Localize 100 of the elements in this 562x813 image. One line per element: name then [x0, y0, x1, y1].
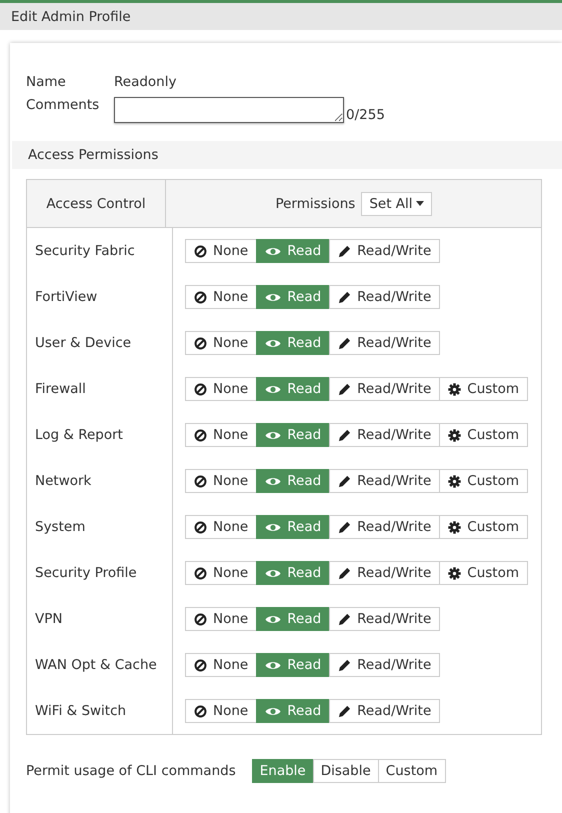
permission-option[interactable]: Custom [439, 515, 528, 539]
pencil-icon [338, 658, 352, 672]
cli-option[interactable]: Custom [378, 759, 446, 783]
permission-option[interactable]: None [185, 239, 258, 263]
permission-option[interactable]: None [185, 377, 258, 401]
permission-option[interactable]: Read/Write [329, 423, 440, 447]
prohibited-icon [194, 520, 207, 534]
access-control-label: WAN Opt & Cache [35, 657, 157, 673]
prohibited-icon [194, 244, 207, 258]
prohibited-icon [194, 658, 207, 672]
permission-option[interactable]: Read/Write [329, 377, 440, 401]
permission-option[interactable]: Read/Write [329, 607, 440, 631]
prohibited-icon [194, 428, 207, 442]
name-value: Readonly [114, 74, 176, 90]
comments-label: Comments [26, 97, 100, 113]
section-title: Access Permissions [28, 147, 158, 163]
gear-icon [448, 382, 462, 396]
prohibited-icon [194, 612, 207, 626]
eye-icon [265, 476, 282, 486]
gear-icon [448, 474, 462, 488]
prohibited-icon [194, 290, 207, 304]
permission-option[interactable]: None [185, 423, 258, 447]
access-control-label: Network [35, 473, 92, 489]
prohibited-icon [194, 566, 207, 580]
permission-option[interactable]: None [185, 561, 258, 585]
permission-option[interactable]: Custom [439, 423, 528, 447]
permission-option[interactable]: Read [256, 285, 330, 309]
access-control-label: Security Profile [35, 565, 137, 581]
permission-option[interactable]: Read/Write [329, 653, 440, 677]
permission-option[interactable]: Read/Write [329, 469, 440, 493]
eye-icon [265, 338, 282, 348]
permission-option[interactable]: Read [256, 377, 330, 401]
pencil-icon [338, 612, 352, 626]
permission-option[interactable]: Read/Write [329, 239, 440, 263]
gear-icon [448, 566, 462, 580]
permission-option[interactable]: None [185, 515, 258, 539]
permission-option[interactable]: None [185, 469, 258, 493]
name-label: Name [26, 74, 67, 90]
eye-icon [265, 430, 282, 440]
permission-option[interactable]: None [185, 607, 258, 631]
prohibited-icon [194, 704, 207, 718]
page-title: Edit Admin Profile [11, 8, 131, 24]
comments-field[interactable] [114, 97, 344, 123]
access-control-label: Log & Report [35, 427, 123, 443]
eye-icon [265, 568, 282, 578]
permission-option[interactable]: Read [256, 331, 330, 355]
character-counter: 0/255 [346, 107, 385, 123]
pencil-icon [338, 290, 352, 304]
pencil-icon [338, 244, 352, 258]
caret-icon [416, 201, 424, 206]
pencil-icon [338, 474, 352, 488]
pencil-icon [338, 428, 352, 442]
permission-option[interactable]: Read [256, 607, 330, 631]
cli-label: Permit usage of CLI commands [26, 763, 236, 779]
permission-option[interactable]: None [185, 285, 258, 309]
permission-option[interactable]: Read [256, 239, 330, 263]
prohibited-icon [194, 474, 207, 488]
pencil-icon [338, 336, 352, 350]
pencil-icon [338, 566, 352, 580]
eye-icon [265, 660, 282, 670]
permission-option[interactable]: Read [256, 515, 330, 539]
pencil-icon [338, 382, 352, 396]
access-control-label: Firewall [35, 381, 86, 397]
permission-option[interactable]: Custom [439, 377, 528, 401]
permission-option[interactable]: Read/Write [329, 515, 440, 539]
permission-option[interactable]: Read [256, 561, 330, 585]
permission-option[interactable]: Read [256, 653, 330, 677]
gear-icon [448, 428, 462, 442]
eye-icon [265, 246, 282, 256]
permission-option[interactable]: Read/Write [329, 699, 440, 723]
permission-option[interactable]: Read [256, 699, 330, 723]
column-header: Permissions [275, 196, 356, 212]
prohibited-icon [194, 336, 207, 350]
gear-icon [448, 520, 462, 534]
permission-option[interactable]: Custom [439, 469, 528, 493]
permission-option[interactable]: Read [256, 469, 330, 493]
permission-option[interactable]: None [185, 699, 258, 723]
access-control-label: User & Device [35, 335, 132, 351]
eye-icon [265, 384, 282, 394]
permission-option[interactable]: Read/Write [329, 285, 440, 309]
access-control-label: Security Fabric [35, 243, 135, 259]
access-control-label: VPN [35, 611, 62, 627]
permission-option[interactable]: Read/Write [329, 331, 440, 355]
access-control-label: System [35, 519, 86, 535]
cli-option[interactable]: Enable [252, 759, 314, 783]
permission-option[interactable]: None [185, 331, 258, 355]
permission-option[interactable]: Custom [439, 561, 528, 585]
access-control-label: WiFi & Switch [35, 703, 126, 719]
permission-option[interactable]: Read/Write [329, 561, 440, 585]
eye-icon [265, 614, 282, 624]
access-control-label: FortiView [35, 289, 98, 305]
pencil-icon [338, 520, 352, 534]
column-header: Access Control [46, 196, 146, 212]
cli-option[interactable]: Disable [312, 759, 379, 783]
eye-icon [265, 292, 282, 302]
set-all-dropdown[interactable]: Set All [361, 192, 432, 216]
permission-option[interactable]: None [185, 653, 258, 677]
pencil-icon [338, 704, 352, 718]
permission-option[interactable]: Read [256, 423, 330, 447]
eye-icon [265, 706, 282, 716]
